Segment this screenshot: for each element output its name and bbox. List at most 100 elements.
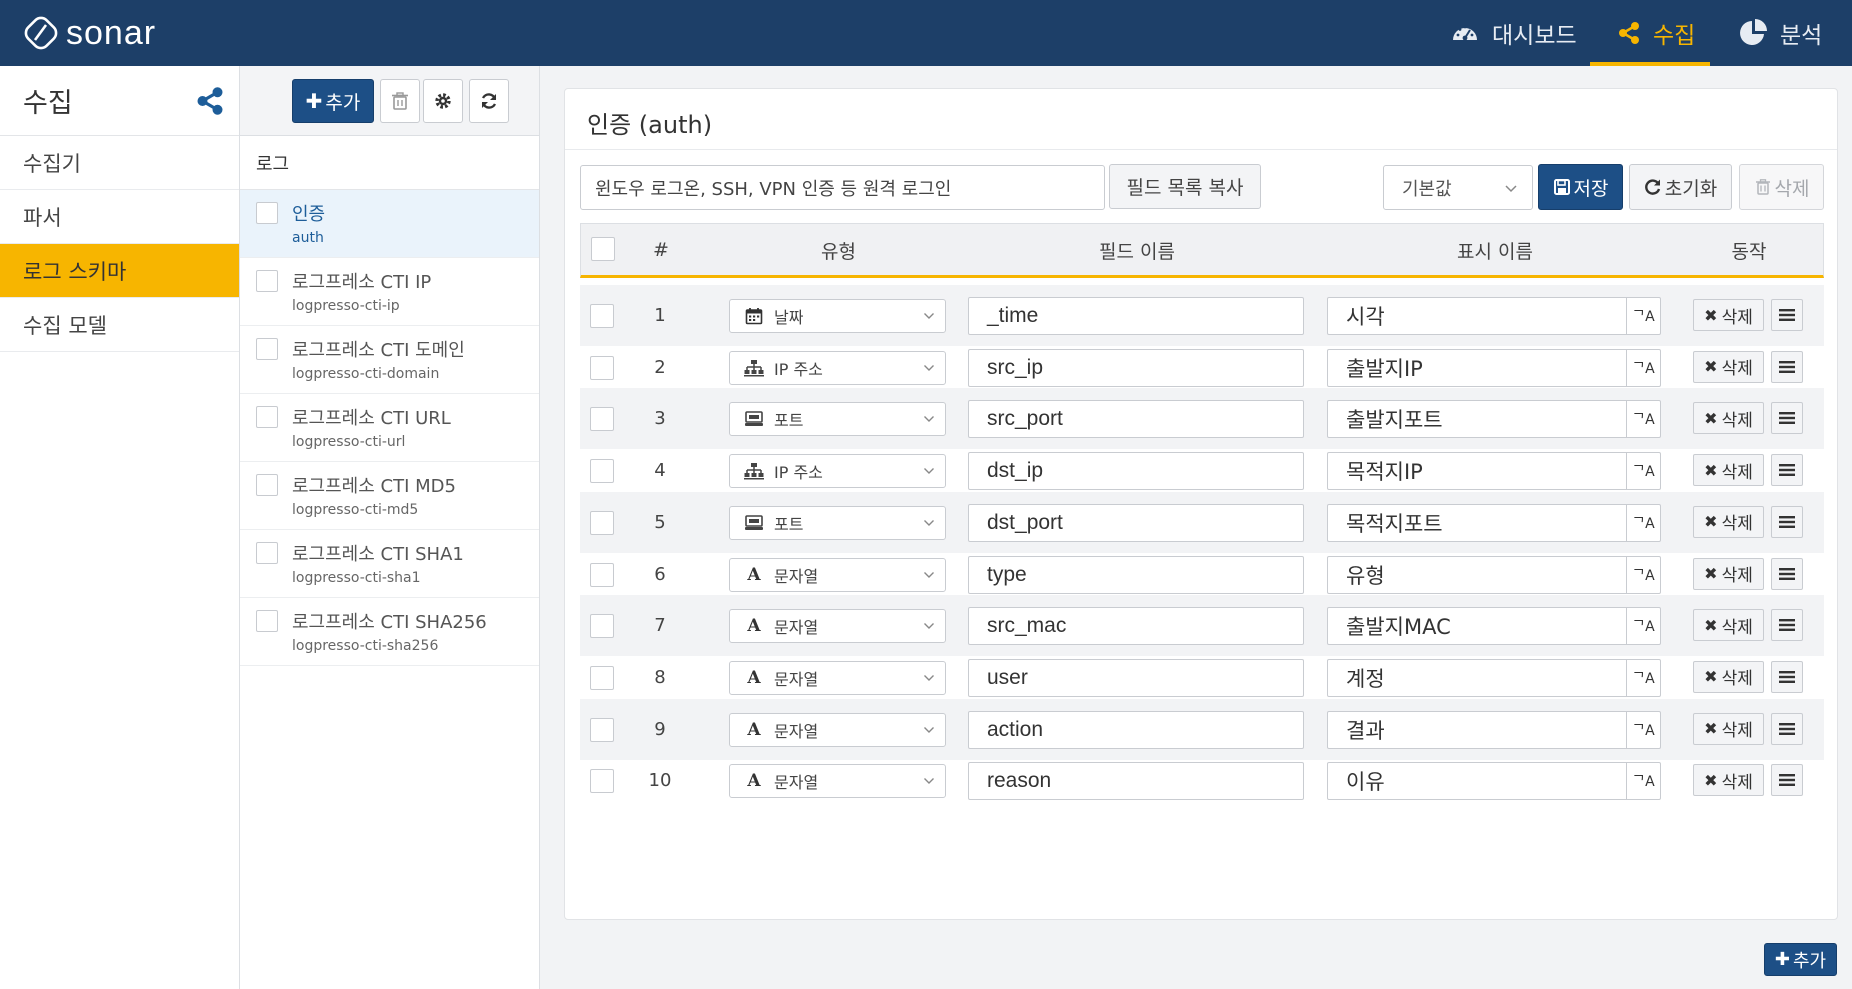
add-log-button[interactable]: ✚ 추가 <box>292 79 374 123</box>
row-checkbox[interactable] <box>590 665 614 690</box>
row-menu-button[interactable] <box>1771 712 1803 745</box>
row-delete-button[interactable]: ✖ 삭제 <box>1693 660 1764 693</box>
row-menu-button[interactable] <box>1771 764 1803 797</box>
delete-log-button[interactable] <box>380 79 420 123</box>
display-name-input[interactable]: 출발지IP <box>1327 348 1627 387</box>
row-delete-button[interactable]: ✖ 삭제 <box>1693 557 1764 590</box>
select-all-checkbox[interactable] <box>591 237 615 261</box>
log-item-checkbox[interactable] <box>256 406 278 428</box>
sidebar-item-collectors[interactable]: 수집기 <box>0 136 239 190</box>
reset-button[interactable]: 초기화 <box>1629 164 1732 210</box>
row-menu-button[interactable] <box>1771 609 1803 642</box>
log-item-checkbox[interactable] <box>256 202 278 224</box>
app-logo[interactable]: sonar <box>24 12 156 54</box>
sidebar-item-collect-model[interactable]: 수집 모델 <box>0 298 239 352</box>
display-name-input[interactable]: 결과 <box>1327 710 1627 749</box>
row-checkbox[interactable] <box>590 510 614 535</box>
log-item-checkbox[interactable] <box>256 610 278 632</box>
display-name-input[interactable]: 출발지MAC <box>1327 607 1627 646</box>
log-item-checkbox[interactable] <box>256 542 278 564</box>
refresh-button[interactable] <box>469 79 509 123</box>
delete-schema-button[interactable]: 삭제 <box>1739 164 1824 210</box>
field-type-select[interactable]: 날짜 <box>729 299 946 333</box>
log-item-checkbox[interactable] <box>256 474 278 496</box>
translate-icon[interactable]: ᄀA <box>1626 555 1661 594</box>
display-name-input[interactable]: 목적지IP <box>1327 452 1627 491</box>
field-name-input[interactable]: type <box>968 555 1304 594</box>
translate-icon[interactable]: ᄀA <box>1626 297 1661 335</box>
display-name-input[interactable]: 출발지포트 <box>1327 400 1627 439</box>
translate-icon[interactable]: ᄀA <box>1626 762 1661 801</box>
row-delete-button[interactable]: ✖ 삭제 <box>1693 712 1764 745</box>
log-list-item[interactable]: 로그프레소 CTI URL logpresso-cti-url <box>240 394 539 462</box>
display-name-input[interactable]: 목적지포트 <box>1327 503 1627 542</box>
field-type-select[interactable]: IP 주소 <box>729 350 946 385</box>
field-type-select[interactable]: A 문자열 <box>729 764 946 799</box>
row-checkbox[interactable] <box>590 717 614 742</box>
field-type-select[interactable]: IP 주소 <box>729 454 946 489</box>
field-name-input[interactable]: user <box>968 658 1304 697</box>
row-menu-button[interactable] <box>1771 557 1803 590</box>
field-name-input[interactable]: src_port <box>968 400 1304 439</box>
translate-icon[interactable]: ᄀA <box>1626 658 1661 697</box>
field-name-input[interactable]: action <box>968 710 1304 749</box>
display-name-input[interactable]: 유형 <box>1327 555 1627 594</box>
translate-icon[interactable]: ᄀA <box>1626 400 1661 439</box>
nav-analysis[interactable]: 분석 <box>1738 0 1822 66</box>
row-checkbox[interactable] <box>590 355 614 380</box>
field-name-input[interactable]: _time <box>968 297 1304 335</box>
row-checkbox[interactable] <box>590 769 614 794</box>
save-button[interactable]: 저장 <box>1538 164 1623 210</box>
log-list-item[interactable]: 로그프레소 CTI IP logpresso-cti-ip <box>240 258 539 326</box>
row-delete-button[interactable]: ✖ 삭제 <box>1693 505 1764 538</box>
log-item-checkbox[interactable] <box>256 270 278 292</box>
log-list-item[interactable]: 로그프레소 CTI 도메인 logpresso-cti-domain <box>240 326 539 394</box>
sidebar-item-parsers[interactable]: 파서 <box>0 190 239 244</box>
copy-field-list-button[interactable]: 필드 목록 복사 <box>1109 164 1261 209</box>
row-delete-button[interactable]: ✖ 삭제 <box>1693 609 1764 642</box>
field-name-input[interactable]: src_mac <box>968 607 1304 646</box>
default-value-select[interactable]: 기본값 <box>1383 165 1533 210</box>
nav-dashboard[interactable]: 대시보드 <box>1450 0 1577 66</box>
field-type-select[interactable]: A 문자열 <box>729 609 946 644</box>
row-menu-button[interactable] <box>1771 299 1803 331</box>
field-type-select[interactable]: 포트 <box>729 402 946 437</box>
display-name-input[interactable]: 이유 <box>1327 762 1627 801</box>
share-icon[interactable] <box>195 86 225 116</box>
row-delete-button[interactable]: ✖ 삭제 <box>1693 402 1764 435</box>
row-delete-button[interactable]: ✖ 삭제 <box>1693 764 1764 797</box>
display-name-input[interactable]: 시각 <box>1327 297 1627 335</box>
row-menu-button[interactable] <box>1771 505 1803 538</box>
log-list-item[interactable]: 인증 auth <box>240 190 539 258</box>
row-menu-button[interactable] <box>1771 402 1803 435</box>
row-menu-button[interactable] <box>1771 660 1803 693</box>
row-checkbox[interactable] <box>590 562 614 587</box>
row-checkbox[interactable] <box>590 459 614 484</box>
add-field-button[interactable]: ✚ 추가 <box>1764 943 1837 976</box>
field-type-select[interactable]: A 문자열 <box>729 712 946 747</box>
nav-collect[interactable]: 수집 <box>1617 0 1695 66</box>
field-type-select[interactable]: A 문자열 <box>729 660 946 695</box>
display-name-input[interactable]: 계정 <box>1327 658 1627 697</box>
row-checkbox[interactable] <box>590 407 614 432</box>
row-checkbox[interactable] <box>590 304 614 328</box>
row-delete-button[interactable]: ✖ 삭제 <box>1693 299 1764 331</box>
translate-icon[interactable]: ᄀA <box>1626 710 1661 749</box>
translate-icon[interactable]: ᄀA <box>1626 607 1661 646</box>
row-checkbox[interactable] <box>590 614 614 639</box>
field-name-input[interactable]: src_ip <box>968 348 1304 387</box>
field-type-select[interactable]: A 문자열 <box>729 557 946 592</box>
settings-button[interactable] <box>423 79 463 123</box>
row-delete-button[interactable]: ✖ 삭제 <box>1693 350 1764 383</box>
translate-icon[interactable]: ᄀA <box>1626 503 1661 542</box>
log-list-item[interactable]: 로그프레소 CTI SHA1 logpresso-cti-sha1 <box>240 530 539 598</box>
field-name-input[interactable]: reason <box>968 762 1304 801</box>
translate-icon[interactable]: ᄀA <box>1626 452 1661 491</box>
log-list-item[interactable]: 로그프레소 CTI SHA256 logpresso-cti-sha256 <box>240 598 539 666</box>
log-item-checkbox[interactable] <box>256 338 278 360</box>
row-menu-button[interactable] <box>1771 350 1803 383</box>
translate-icon[interactable]: ᄀA <box>1626 348 1661 387</box>
field-type-select[interactable]: 포트 <box>729 505 946 540</box>
row-delete-button[interactable]: ✖ 삭제 <box>1693 454 1764 487</box>
log-list-item[interactable]: 로그프레소 CTI MD5 logpresso-cti-md5 <box>240 462 539 530</box>
